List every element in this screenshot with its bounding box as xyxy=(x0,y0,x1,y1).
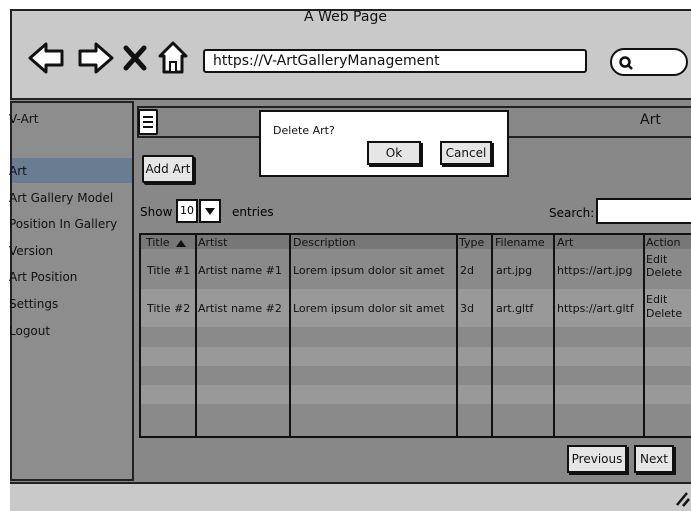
edit-link[interactable]: Edit xyxy=(646,293,667,306)
sidebar-item-logout[interactable]: Logout xyxy=(9,324,50,338)
entries-label: entries xyxy=(232,205,274,219)
sidebar-brand: V-Art xyxy=(9,112,39,126)
column-divider xyxy=(289,235,291,436)
cell-filename: art.jpg xyxy=(496,264,533,277)
forward-arrow-icon[interactable] xyxy=(76,40,114,76)
cell-title: Title #2 xyxy=(147,302,191,315)
sidebar-item-art-gallery-model[interactable]: Art Gallery Model xyxy=(9,191,113,205)
cell-title: Title #1 xyxy=(147,264,191,277)
delete-link[interactable]: Delete xyxy=(646,307,682,320)
table-row-empty xyxy=(141,366,691,385)
ok-button[interactable]: Ok xyxy=(367,141,421,165)
search-icon xyxy=(619,56,633,70)
column-header-type[interactable]: Type xyxy=(459,236,484,249)
column-header-action: Action xyxy=(646,236,681,249)
window-title: A Web Page xyxy=(304,9,387,25)
next-page-button[interactable]: Next xyxy=(634,445,674,473)
cell-description: Lorem ipsum dolor sit amet xyxy=(293,302,445,315)
cell-description: Lorem ipsum dolor sit amet xyxy=(293,264,445,277)
column-header-art[interactable]: Art xyxy=(557,236,573,249)
menu-icon[interactable] xyxy=(138,109,158,135)
page-title: Art xyxy=(640,112,661,128)
back-arrow-icon[interactable] xyxy=(28,40,66,76)
sidebar-item-position-in-gallery[interactable]: Position In Gallery xyxy=(9,217,117,231)
status-bar xyxy=(10,482,691,511)
cell-type: 2d xyxy=(460,264,474,277)
column-divider xyxy=(456,235,458,436)
table-row-empty xyxy=(141,347,691,366)
edit-link[interactable]: Edit xyxy=(646,253,667,266)
close-icon[interactable] xyxy=(122,44,148,72)
column-header-description[interactable]: Description xyxy=(293,236,356,249)
sidebar-item-version[interactable]: Version xyxy=(9,244,53,258)
column-header-title[interactable]: Title xyxy=(146,236,170,249)
sidebar-active-highlight xyxy=(12,158,132,183)
previous-page-button[interactable]: Previous xyxy=(567,445,627,473)
chevron-down-icon xyxy=(205,208,215,215)
table-row-empty xyxy=(141,327,691,347)
entries-dropdown-button[interactable] xyxy=(199,199,221,223)
entries-select[interactable]: 10 xyxy=(176,199,198,223)
add-art-button[interactable]: Add Art xyxy=(142,155,194,183)
table-row-empty xyxy=(141,385,691,404)
sort-ascending-icon[interactable] xyxy=(176,240,186,248)
address-bar[interactable]: https://V-ArtGalleryManagement xyxy=(203,49,587,73)
cell-filename: art.gltf xyxy=(496,302,534,315)
column-divider xyxy=(643,235,645,436)
column-divider xyxy=(195,235,197,436)
cell-type: 3d xyxy=(460,302,474,315)
browser-search-box[interactable] xyxy=(610,48,688,76)
sidebar-item-settings[interactable]: Settings xyxy=(9,297,58,311)
cancel-button[interactable]: Cancel xyxy=(440,141,492,165)
sidebar-item-art[interactable]: Art xyxy=(9,164,27,178)
cell-art-url: https://art.jpg xyxy=(557,264,633,277)
column-divider xyxy=(491,235,493,436)
search-label: Search: xyxy=(549,206,595,220)
show-label: Show xyxy=(140,205,173,219)
column-header-artist[interactable]: Artist xyxy=(198,236,227,249)
table-row-empty xyxy=(141,404,691,436)
dialog-title: Delete Art? xyxy=(273,124,335,137)
resize-grip-icon[interactable] xyxy=(674,490,690,508)
cell-artist: Artist name #2 xyxy=(198,302,282,315)
column-divider xyxy=(553,235,555,436)
cell-art-url: https://art.gltf xyxy=(557,302,634,315)
delete-link[interactable]: Delete xyxy=(646,266,682,279)
home-icon[interactable] xyxy=(158,40,188,76)
search-input[interactable] xyxy=(596,198,691,224)
cell-artist: Artist name #1 xyxy=(198,264,282,277)
sidebar-item-art-position[interactable]: Art Position xyxy=(9,270,77,284)
column-header-filename[interactable]: Filename xyxy=(495,236,545,249)
